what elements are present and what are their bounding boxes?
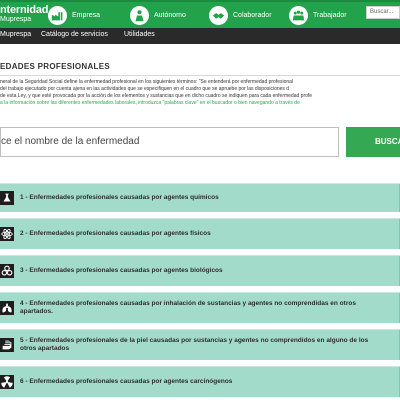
logo[interactable]: nternidad Muprespa xyxy=(0,4,49,26)
intro-text: neral de la Seguridad Social define la e… xyxy=(0,79,400,107)
biohazard-icon xyxy=(0,264,14,278)
intro-line-3: de esta Ley, y que esté provocada por la… xyxy=(0,93,313,99)
category-item-fisicos[interactable]: 2 - Enfermedades profesionales causadas … xyxy=(0,218,400,249)
category-label: 2 - Enfermedades profesionales causadas … xyxy=(20,230,211,237)
intro-line-2: del trabajo ejecutado por cuenta ajena e… xyxy=(0,86,290,92)
search-button[interactable]: BUSCA xyxy=(346,127,400,157)
subnav-catalogo[interactable]: Catálogo de servicios xyxy=(41,31,108,38)
disease-search-input[interactable]: ce el nombre de la enfermedad xyxy=(0,127,339,157)
nav-empresa[interactable]: Empresa xyxy=(48,4,100,26)
nav-colaborador-label: Colaborador xyxy=(233,11,272,19)
flask-icon xyxy=(0,191,14,205)
radiation-icon xyxy=(0,375,14,389)
factory-icon xyxy=(48,5,67,25)
subnav-utilidades[interactable]: Utilidades xyxy=(124,31,155,38)
category-label: 1 - Enfermedades profesionales causadas … xyxy=(20,194,219,201)
hand-icon xyxy=(0,338,14,352)
lungs-icon xyxy=(0,301,14,315)
logo-title: nternidad xyxy=(0,4,49,16)
nav-trabajador[interactable]: Trabajador xyxy=(289,4,347,26)
nav-empresa-label: Empresa xyxy=(72,11,101,19)
subnav-muprespa[interactable]: Muprespa xyxy=(0,31,31,38)
category-item-biologicos[interactable]: 3 - Enfermedades profesionales causadas … xyxy=(0,255,400,286)
divider xyxy=(0,75,400,76)
header-search-input[interactable]: Buscar... xyxy=(366,6,400,19)
logo-subtitle: Muprespa xyxy=(0,16,32,23)
category-label: 3 - Enfermedades profesionales causadas … xyxy=(20,267,223,274)
category-item-quimicos[interactable]: 1 - Enfermedades profesionales causadas … xyxy=(0,183,400,212)
nav-autonomo-label: Autónomo xyxy=(154,11,186,19)
handshake-icon xyxy=(209,5,228,25)
group-icon xyxy=(289,5,308,25)
category-label: 5 - Enfermedades profesionales de la pie… xyxy=(20,337,369,352)
top-header: nternidad Muprespa Empresa Autónomo Cola… xyxy=(0,0,400,28)
intro-line-4: a la información sobre las diferentes en… xyxy=(0,100,300,106)
secondary-nav: Muprespa Catálogo de servicios Utilidade… xyxy=(0,28,400,44)
page-title: EDADES PROFESIONALES xyxy=(0,62,111,71)
category-item-carcinogenos[interactable]: 6 - Enfermedades profesionales causadas … xyxy=(0,366,400,397)
nav-trabajador-label: Trabajador xyxy=(313,11,347,19)
worker-icon xyxy=(130,5,149,25)
nav-colaborador[interactable]: Colaborador xyxy=(209,4,272,26)
category-label: 6 - Enfermedades profesionales causadas … xyxy=(20,378,233,385)
nav-autonomo[interactable]: Autónomo xyxy=(130,4,186,26)
category-item-piel[interactable]: 5 - Enfermedades profesionales de la pie… xyxy=(0,329,400,360)
category-label: 4 - Enfermedades profesionales causadas … xyxy=(20,300,356,315)
intro-line-1: neral de la Seguridad Social define la e… xyxy=(0,79,294,85)
category-item-inhalacion[interactable]: 4 - Enfermedades profesionales causadas … xyxy=(0,292,400,323)
atom-icon xyxy=(0,227,14,241)
